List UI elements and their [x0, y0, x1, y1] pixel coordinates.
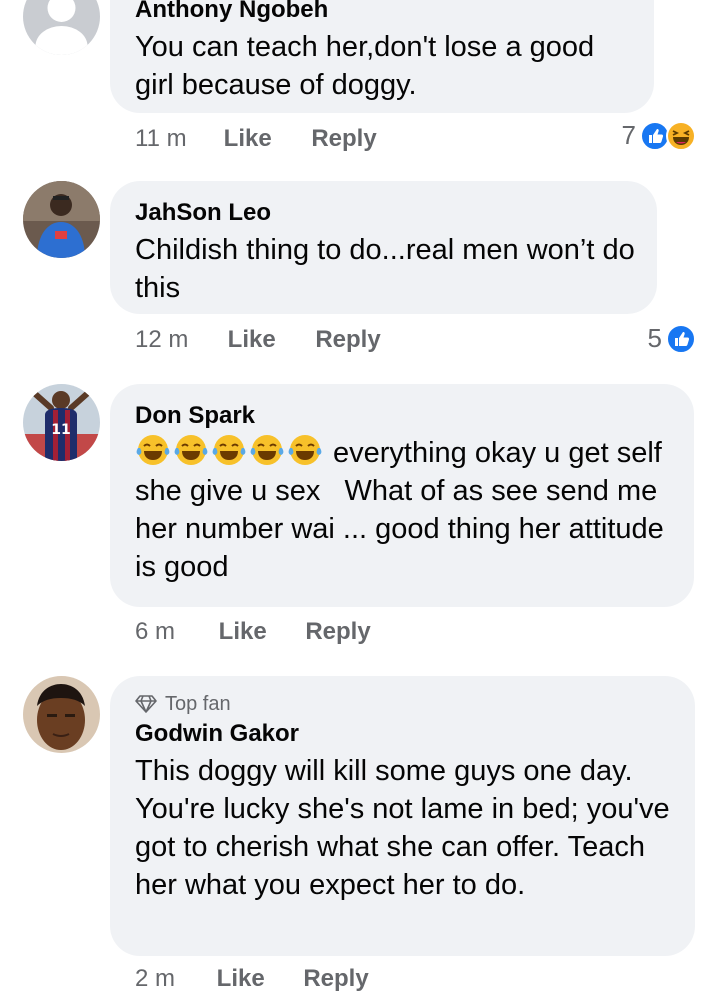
tears-of-joy-emoji-icon [288, 435, 322, 465]
avatar[interactable] [23, 676, 100, 753]
comment-author[interactable]: JahSon Leo [135, 199, 639, 227]
comment-bubble: JahSon Leo Childish thing to do...real m… [110, 181, 657, 314]
tears-of-joy-emoji-icon [250, 435, 284, 465]
reaction-summary[interactable]: 5 [648, 323, 696, 354]
comment-time[interactable]: 12 m [135, 325, 221, 355]
user-photo-icon: 11 [23, 384, 100, 461]
default-avatar-icon [23, 0, 100, 55]
comment-author[interactable]: Anthony Ngobeh [135, 0, 636, 24]
laugh-icon [666, 120, 696, 151]
user-photo-icon [23, 676, 100, 753]
comment-text: You can teach her,don't lose a good girl… [135, 31, 595, 101]
comment-actions: 6 m Like Reply [135, 617, 371, 647]
user-photo-icon [23, 181, 100, 258]
comment-actions: 12 m Like Reply [135, 325, 381, 355]
reply-button[interactable]: Reply [305, 617, 370, 647]
avatar[interactable] [23, 0, 100, 55]
reply-button[interactable]: Reply [303, 964, 368, 994]
avatar[interactable]: 11 [23, 384, 100, 461]
comment-bubble: Don Spark everything okay u get self she… [110, 384, 694, 607]
reaction-count: 5 [647, 323, 662, 353]
comment-author[interactable]: Godwin Gakor [135, 720, 677, 748]
reply-button[interactable]: Reply [315, 325, 380, 355]
comment-author[interactable]: Don Spark [135, 402, 676, 430]
reply-button[interactable]: Reply [311, 124, 376, 154]
comment-time[interactable]: 6 m [135, 617, 212, 647]
comment-bubble: Anthony Ngobeh You can teach her,don't l… [110, 0, 654, 113]
comment-actions: 11 m Like Reply [135, 124, 377, 154]
reaction-summary[interactable]: 7 [622, 120, 696, 151]
tears-of-joy-emoji-icon [136, 435, 170, 465]
comment-text: Childish thing to do...real men won’t do… [135, 234, 635, 304]
avatar[interactable] [23, 181, 100, 258]
reaction-count: 7 [621, 120, 636, 150]
top-fan-badge[interactable]: Top fan [135, 692, 677, 716]
like-button[interactable]: Like [217, 964, 297, 994]
comment-time[interactable]: 2 m [135, 964, 210, 994]
like-button[interactable]: Like [219, 617, 299, 647]
comment-bubble: Top fan Godwin Gakor This doggy will kil… [110, 676, 695, 956]
diamond-icon [135, 695, 157, 713]
top-fan-label: Top fan [165, 693, 231, 715]
like-icon [666, 323, 696, 354]
svg-text:11: 11 [51, 422, 70, 438]
comment-actions: 2 m Like Reply [135, 964, 369, 994]
tears-of-joy-emoji-icon [174, 435, 208, 465]
tears-of-joy-emoji-icon [212, 435, 246, 465]
comment-text: everything okay u get self she give u se… [135, 434, 676, 586]
like-button[interactable]: Like [224, 124, 305, 154]
laughing-emoji-group [135, 434, 323, 466]
comment-text: This doggy will kill some guys one day. … [135, 755, 670, 901]
like-button[interactable]: Like [228, 325, 309, 355]
comment-time[interactable]: 11 m [135, 124, 217, 154]
